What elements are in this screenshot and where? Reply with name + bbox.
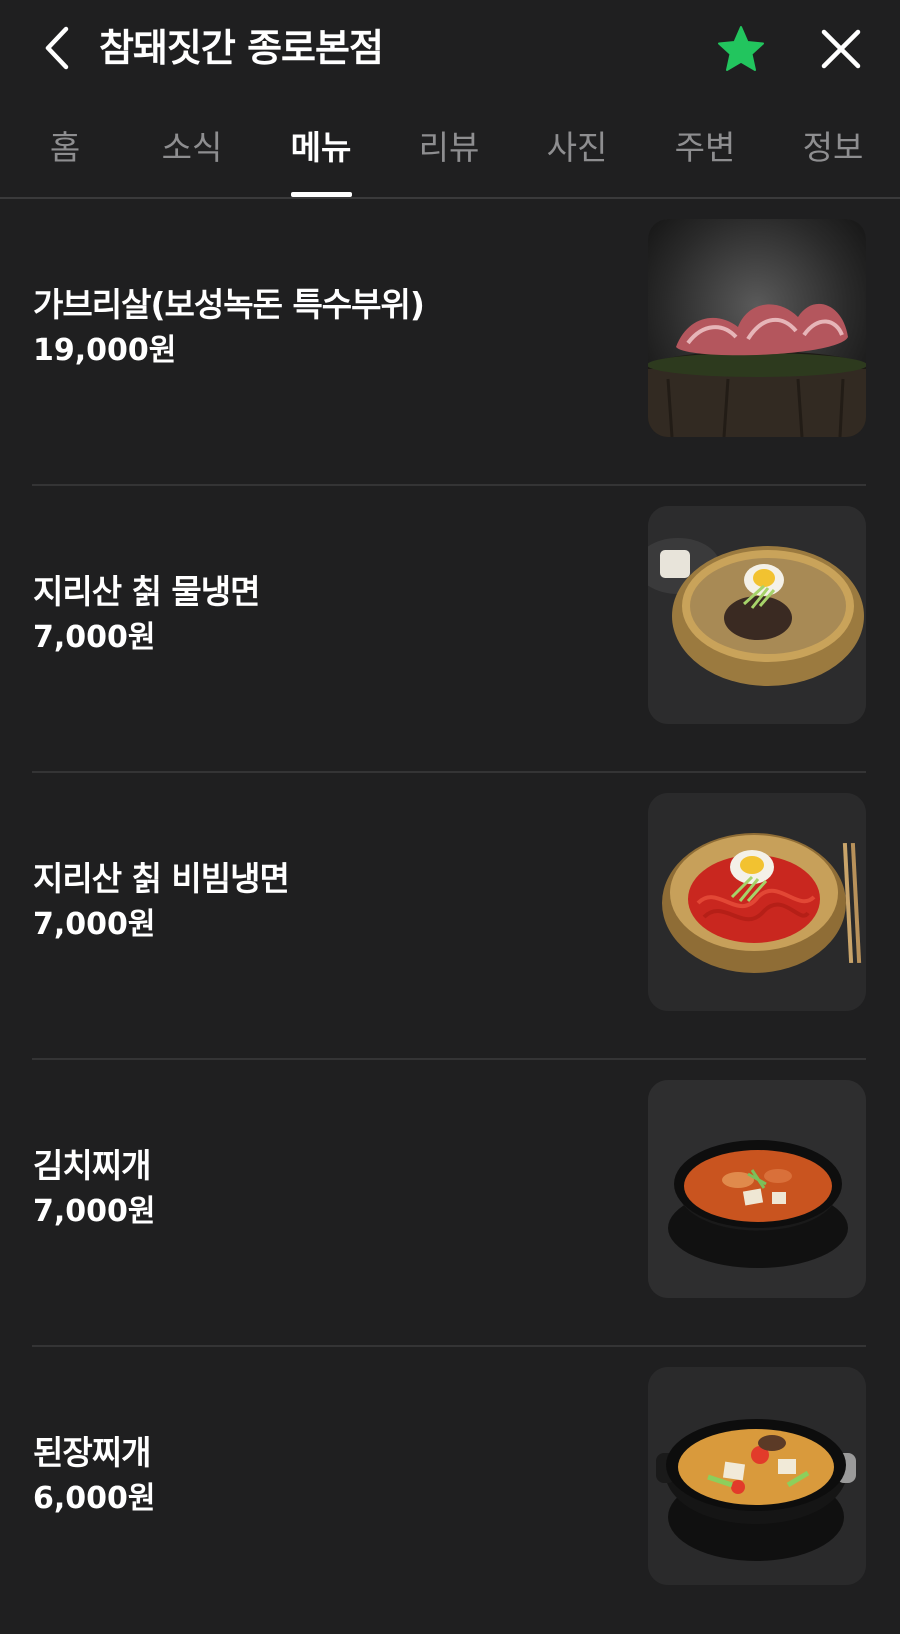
- grilled-pork-photo[interactable]: [648, 219, 866, 437]
- menu-item-name: 지리산 칡 비빔냉면: [33, 859, 290, 898]
- tab-nearby[interactable]: 주변: [650, 112, 760, 197]
- menu-item-price: 7,000원: [33, 1194, 156, 1229]
- menu-item[interactable]: 지리산 칡 비빔냉면 7,000원: [0, 773, 900, 1060]
- tab-home[interactable]: 홈: [10, 112, 120, 197]
- page-title: 참돼짓간 종로본점: [99, 26, 384, 70]
- menu-item[interactable]: 김치찌개 7,000원: [0, 1060, 900, 1347]
- menu-item-name: 지리산 칡 물냉면: [33, 572, 260, 611]
- menu-item[interactable]: 된장찌개 6,000원: [0, 1347, 900, 1634]
- chevron-left-icon: [45, 26, 69, 70]
- menu-item-price: 6,000원: [33, 1481, 156, 1516]
- menu-item-price: 7,000원: [33, 907, 156, 942]
- menu-item[interactable]: 지리산 칡 물냉면 7,000원: [0, 486, 900, 773]
- close-icon: [821, 29, 861, 69]
- favorite-button[interactable]: [712, 20, 770, 78]
- menu-item-price: 7,000원: [33, 620, 156, 655]
- star-icon: [718, 26, 764, 71]
- soybean-stew-photo[interactable]: [648, 1367, 866, 1585]
- top-bar: 참돼짓간 종로본점: [0, 0, 900, 96]
- kimchi-stew-photo[interactable]: [648, 1080, 866, 1298]
- menu-item-price: 19,000원: [33, 333, 177, 368]
- tab-news[interactable]: 소식: [137, 112, 247, 197]
- tab-photos[interactable]: 사진: [522, 112, 632, 197]
- back-button[interactable]: [28, 20, 84, 76]
- menu-item-name: 가브리살(보성녹돈 특수부위): [33, 285, 425, 324]
- menu-item[interactable]: 가브리살(보성녹돈 특수부위) 19,000원: [0, 199, 900, 486]
- tab-reviews[interactable]: 리뷰: [394, 112, 504, 197]
- spicy-noodle-photo[interactable]: [648, 793, 866, 1011]
- active-tab-indicator: [291, 192, 352, 197]
- tab-menu[interactable]: 메뉴: [266, 112, 376, 197]
- close-button[interactable]: [812, 20, 870, 78]
- menu-list: 가브리살(보성녹돈 특수부위) 19,000원 지리산 칡 물냉면 7,000원…: [0, 199, 900, 1634]
- tab-info[interactable]: 정보: [778, 112, 888, 197]
- cold-noodle-photo[interactable]: [648, 506, 866, 724]
- menu-item-name: 김치찌개: [33, 1146, 151, 1185]
- menu-item-name: 된장찌개: [33, 1433, 151, 1472]
- tab-bar: 홈 소식 메뉴 리뷰 사진 주변 정보: [0, 112, 900, 199]
